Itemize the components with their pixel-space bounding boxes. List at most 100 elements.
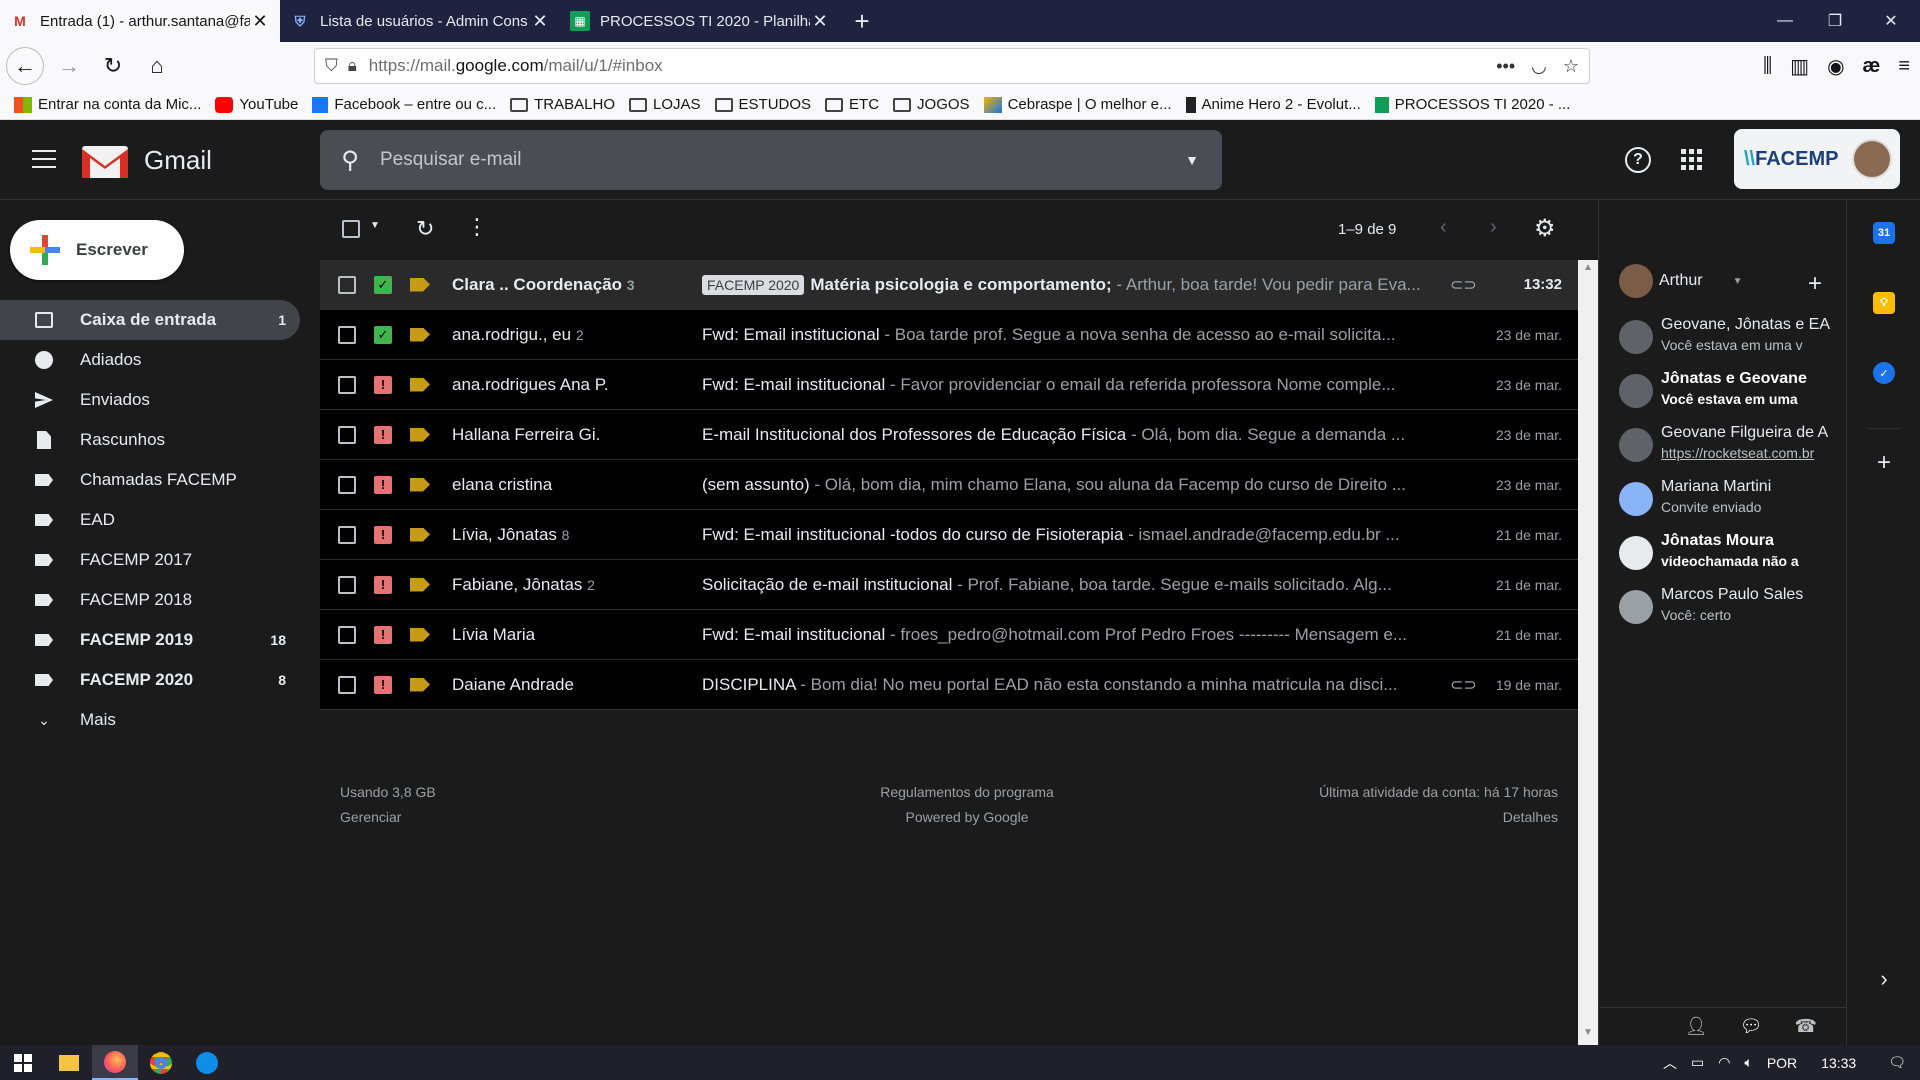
sidebar-icon[interactable]: ▥ (1790, 54, 1809, 79)
exclamation-icon[interactable]: ! (374, 675, 392, 694)
row-checkbox[interactable] (320, 675, 374, 694)
row-checkbox[interactable] (320, 275, 374, 294)
newer-page-icon[interactable]: ‹ (1440, 216, 1447, 239)
expand-panel-icon[interactable]: › (1873, 966, 1895, 991)
nav-item-9[interactable]: FACEMP 2019 18 (0, 620, 300, 660)
new-tab-button[interactable]: + (840, 0, 884, 42)
bookmark-star-icon[interactable]: ☆ (1563, 56, 1579, 77)
chat-icon[interactable]: 💬︎ (1740, 1016, 1763, 1037)
volume-icon[interactable]: 🔈︎ (1744, 1054, 1752, 1071)
search-bar[interactable]: ⚲ ▼ (320, 130, 1222, 190)
importance-marker-icon[interactable] (410, 277, 430, 292)
pocket-icon[interactable]: ◡ (1531, 56, 1547, 77)
clock[interactable]: 13:33 (1821, 1055, 1856, 1071)
windows-start-icon[interactable] (0, 1045, 46, 1080)
battery-icon[interactable]: ▭ (1691, 1054, 1704, 1071)
firefox-icon[interactable] (92, 1045, 138, 1080)
tasks-icon[interactable]: ✓ (1873, 362, 1895, 384)
checkmark-icon[interactable]: ✓ (374, 275, 392, 294)
settings-gear-icon[interactable]: ⚙ (1534, 214, 1556, 243)
contact-item[interactable]: Geovane, Jônatas e EA Você estava em uma … (1619, 316, 1839, 366)
exclamation-icon[interactable]: ! (374, 475, 392, 494)
url-bar[interactable]: ⛉ 🔒︎ https://mail. google.com/mail/u/1/#i… (314, 48, 1590, 84)
bookmark-anime-hero[interactable]: Anime Hero 2 - Evolut... (1185, 96, 1361, 113)
importance-marker-icon[interactable] (410, 677, 430, 692)
notifications-icon[interactable]: 🗨︎ (1888, 1054, 1906, 1071)
email-row[interactable]: ! Fabiane, Jônatas 2 Solicitação de e-mail… (320, 560, 1578, 610)
activity-details-link[interactable]: Detalhes (1319, 805, 1558, 830)
avatar[interactable] (1852, 139, 1892, 179)
row-checkbox[interactable] (320, 425, 374, 444)
keep-icon[interactable]: 💡︎ (1873, 292, 1895, 314)
row-checkbox[interactable] (320, 375, 374, 394)
importance-marker-icon[interactable] (410, 627, 430, 642)
nav-item-11[interactable]: ⌄ Mais (0, 700, 300, 740)
file-explorer-icon[interactable] (46, 1045, 92, 1080)
compose-button[interactable]: Escrever (10, 220, 184, 280)
bookmark-folder-estudos[interactable]: ESTUDOS (714, 96, 811, 113)
email-row[interactable]: ! elana cristina (sem assunto) - Olá, bom… (320, 460, 1578, 510)
importance-marker-icon[interactable] (410, 327, 430, 342)
reload-button[interactable]: ↻ (94, 47, 132, 85)
bookmark-facebook[interactable]: Facebook – entre ou c... (312, 96, 496, 113)
contact-item[interactable]: Mariana Martini Convite enviado (1619, 478, 1839, 528)
tray-expand-icon[interactable]: ︿ (1663, 1053, 1677, 1073)
minimize-button[interactable]: — (1760, 0, 1810, 42)
contact-item[interactable]: Marcos Paulo Sales Você: certo (1619, 586, 1839, 636)
nav-item-10[interactable]: FACEMP 2020 8 (0, 660, 300, 700)
scroll-up-icon[interactable]: ▲ (1578, 262, 1598, 278)
lock-icon[interactable]: 🔒︎ (348, 56, 357, 76)
row-checkbox[interactable] (320, 625, 374, 644)
main-menu-icon[interactable] (32, 150, 56, 168)
more-options-icon[interactable]: ⋮ (466, 214, 488, 240)
calendar-icon[interactable]: 31 (1873, 222, 1895, 244)
close-tab-icon[interactable]: ✕ (250, 11, 270, 32)
tab-sheets[interactable]: ▦ PROCESSOS TI 2020 - Planilhas ✕ (560, 0, 840, 42)
importance-marker-icon[interactable] (410, 377, 430, 392)
library-icon[interactable]: ⫼ (1763, 55, 1772, 78)
tracking-shield-icon[interactable]: ⛉ (325, 56, 338, 76)
email-row[interactable]: ✓ Clara .. Coordenação 3 FACEMP 2020 Matéri… (320, 260, 1578, 310)
input-language[interactable]: POR (1767, 1055, 1797, 1071)
teamviewer-icon[interactable] (184, 1045, 230, 1080)
row-checkbox[interactable] (320, 325, 374, 344)
nav-item-3[interactable]: Enviados (0, 380, 300, 420)
exclamation-icon[interactable]: ! (374, 375, 392, 394)
chrome-icon[interactable] (138, 1045, 184, 1080)
contact-item[interactable]: Jônatas e Geovane Você estava em uma (1619, 370, 1839, 420)
chevron-down-icon[interactable]: ▼ (1733, 276, 1743, 287)
extension-icon[interactable]: æ (1863, 55, 1881, 78)
email-row[interactable]: ! Hallana Ferreira Gi. E-mail Institucion… (320, 410, 1578, 460)
account-switcher[interactable]: \\FACEMP (1734, 129, 1900, 189)
row-checkbox[interactable] (320, 575, 374, 594)
bookmark-youtube[interactable]: YouTube (215, 96, 298, 113)
scroll-down-icon[interactable]: ▼ (1578, 1027, 1598, 1043)
email-row[interactable]: ! ana.rodrigues Ana P. Fwd: E-mail instit… (320, 360, 1578, 410)
more-actions-icon[interactable]: ••• (1496, 56, 1515, 77)
account-icon[interactable]: ◉ (1827, 54, 1844, 79)
program-policies-link[interactable]: Regulamentos do programa (852, 780, 1082, 805)
bookmark-processos[interactable]: PROCESSOS TI 2020 - ... (1374, 96, 1570, 113)
bookmark-folder-trabalho[interactable]: TRABALHO (510, 96, 615, 113)
menu-icon[interactable]: ≡ (1898, 55, 1910, 78)
close-tab-icon[interactable]: ✕ (530, 11, 550, 32)
add-addon-icon[interactable]: + (1873, 449, 1895, 476)
contact-item[interactable]: Jônatas Moura videochamada não a (1619, 532, 1839, 582)
nav-item-2[interactable]: Adiados (0, 340, 300, 380)
apps-grid-icon[interactable] (1676, 144, 1708, 176)
contacts-icon[interactable]: 👤︎ (1685, 1016, 1708, 1037)
nav-item-8[interactable]: FACEMP 2018 (0, 580, 300, 620)
hangouts-profile[interactable]: Arthur ▼ (1619, 264, 1742, 298)
nav-item-7[interactable]: FACEMP 2017 (0, 540, 300, 580)
exclamation-icon[interactable]: ! (374, 425, 392, 444)
nav-item-4[interactable]: Rascunhos (0, 420, 300, 460)
wifi-icon[interactable]: ◠ (1718, 1054, 1730, 1071)
importance-marker-icon[interactable] (410, 527, 430, 542)
nav-item-5[interactable]: Chamadas FACEMP (0, 460, 300, 500)
exclamation-icon[interactable]: ! (374, 525, 392, 544)
search-input[interactable] (380, 149, 1162, 171)
refresh-icon[interactable]: ↻ (416, 216, 434, 242)
new-conversation-icon[interactable]: + (1808, 270, 1822, 298)
bookmark-cebraspe[interactable]: Cebraspe | O melhor e... (983, 96, 1172, 113)
exclamation-icon[interactable]: ! (374, 575, 392, 594)
